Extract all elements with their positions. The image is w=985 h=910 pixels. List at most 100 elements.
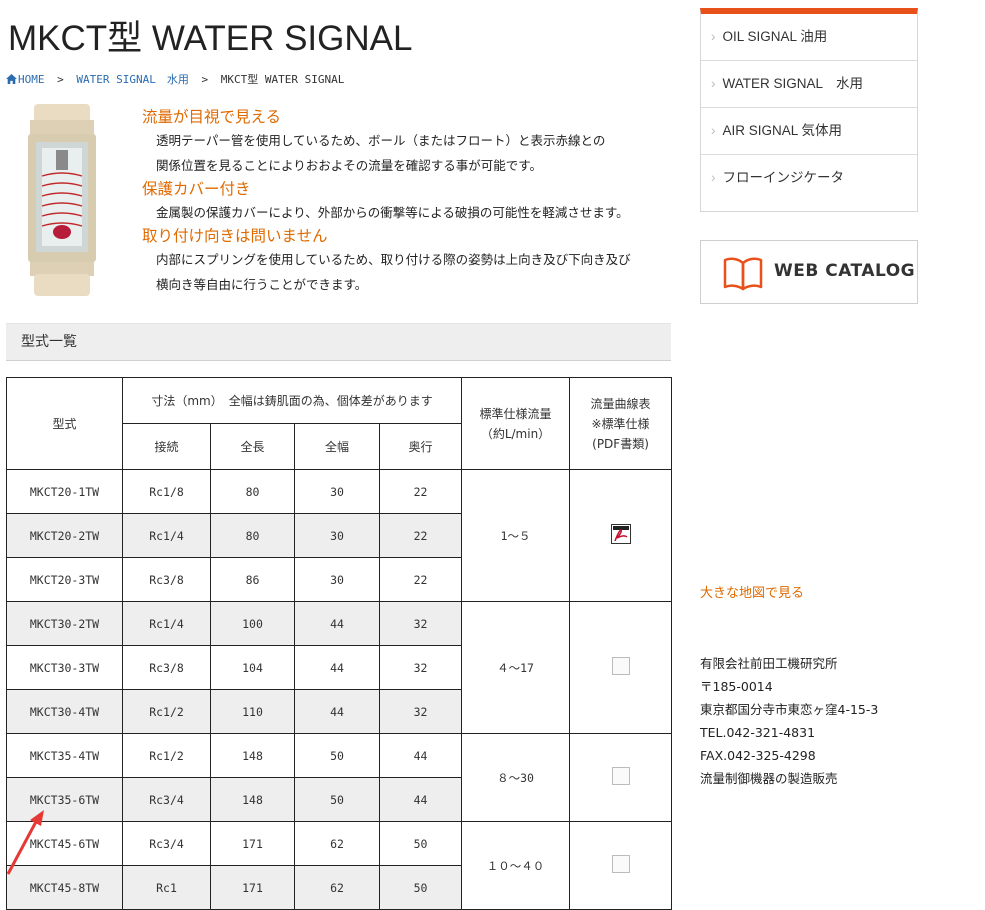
cell-connection: Rc3/4 xyxy=(122,821,211,866)
cell-length: 110 xyxy=(210,689,295,734)
cell-depth: 32 xyxy=(378,689,463,734)
web-catalog-button[interactable]: WEB CATALOG xyxy=(700,240,918,304)
cell-length: 104 xyxy=(210,645,295,690)
sidebar-menu: › OIL SIGNAL 油用 › WATER SIGNAL 水用 › AIR SIG… xyxy=(700,8,918,212)
header-curve-line: 流量曲線表 xyxy=(590,396,651,411)
cell-connection: Rc3/4 xyxy=(122,777,211,822)
cell-depth: 50 xyxy=(378,865,463,910)
header-curve-line: (PDF書類) xyxy=(592,436,649,451)
cell-width: 30 xyxy=(294,557,380,602)
breadcrumb-home[interactable]: HOME xyxy=(6,73,45,86)
cell-length: 171 xyxy=(210,865,295,910)
header-curve-line: ※標準仕様 xyxy=(591,416,650,431)
feature-heading: 取り付け向きは問いません xyxy=(142,227,328,245)
section-title: 型式一覧 xyxy=(6,323,671,361)
header-depth: 奥行 xyxy=(378,423,463,470)
annotation-arrow-icon xyxy=(6,810,44,875)
breadcrumb-category[interactable]: WATER SIGNAL 水用 xyxy=(76,73,188,86)
cell-width: 30 xyxy=(294,513,380,558)
cell-width: 62 xyxy=(294,821,380,866)
sidebar-item-flow-indicator[interactable]: › フローインジケータ xyxy=(701,155,917,202)
cell-width: 44 xyxy=(294,601,380,646)
company-name: 有限会社前田工機研究所 xyxy=(700,656,838,671)
header-length: 全長 xyxy=(210,423,295,470)
chevron-right-icon: › xyxy=(711,170,716,185)
cell-width: 44 xyxy=(294,689,380,734)
header-flow: 標準仕様流量 （約L/min） xyxy=(461,377,571,470)
cell-length: 148 xyxy=(210,777,295,822)
cell-connection: Rc3/8 xyxy=(122,557,211,602)
cell-connection: Rc1/8 xyxy=(122,469,211,514)
cell-connection: Rc1 xyxy=(122,865,211,910)
sidebar-item-water-signal[interactable]: › WATER SIGNAL 水用 xyxy=(701,61,917,108)
broken-image-icon[interactable] xyxy=(611,657,630,675)
cell-model: MKCT20-2TW xyxy=(6,513,123,558)
breadcrumb-home-label: HOME xyxy=(18,73,45,86)
cell-model: MKCT30-2TW xyxy=(6,601,123,646)
feature-text: 横向き等自由に行うことができます。 xyxy=(156,277,368,292)
broken-image-icon[interactable] xyxy=(611,855,630,873)
cell-connection: Rc1/4 xyxy=(122,601,211,646)
cell-connection: Rc1/2 xyxy=(122,689,211,734)
breadcrumb-current: MKCT型 WATER SIGNAL xyxy=(220,73,345,86)
header-model: 型式 xyxy=(6,377,123,470)
header-dimensions: 寸法（mm） 全幅は鋳肌面の為、個体差があります xyxy=(121,377,463,424)
large-map-link[interactable]: 大きな地図で見る xyxy=(700,582,804,601)
cell-model: MKCT30-3TW xyxy=(6,645,123,690)
cell-length: 86 xyxy=(210,557,295,602)
cell-depth: 44 xyxy=(378,777,463,822)
cell-depth: 32 xyxy=(378,645,463,690)
sidebar-item-label: フローインジケータ xyxy=(722,170,845,185)
company-tel: TEL.042-321-4831 xyxy=(700,725,816,740)
sidebar-item-air-signal[interactable]: › AIR SIGNAL 気体用 xyxy=(701,108,917,155)
sidebar-item-oil-signal[interactable]: › OIL SIGNAL 油用 xyxy=(701,14,917,61)
cell-model: MKCT20-3TW xyxy=(6,557,123,602)
cell-depth: 44 xyxy=(378,733,463,778)
broken-image-icon[interactable] xyxy=(611,767,630,785)
cell-width: 50 xyxy=(294,733,380,778)
feature-text: 関係位置を見ることによりおおよその流量を確認する事が可能です。 xyxy=(156,158,543,173)
cell-length: 100 xyxy=(210,601,295,646)
cell-width: 44 xyxy=(294,645,380,690)
table-row: MKCT45-6TW Rc3/4 171 62 50 １０～４０ xyxy=(6,821,673,910)
company-address: 東京都国分寺市東恋ヶ窪4-15-3 xyxy=(700,702,879,717)
sidebar-item-label: OIL SIGNAL 油用 xyxy=(722,29,828,44)
cell-model: MKCT30-4TW xyxy=(6,689,123,734)
feature-list: 流量が目視で見える 透明テーパー管を使用しているため、ボール（またはフロート）と… xyxy=(142,106,677,297)
breadcrumb-separator: > xyxy=(57,73,64,86)
feature-text: 内部にスプリングを使用しているため、取り付ける際の姿勢は上向き及び下向き及び xyxy=(156,252,631,267)
product-image xyxy=(28,104,96,296)
feature-heading: 流量が目視で見える xyxy=(142,108,282,126)
chevron-right-icon: › xyxy=(711,123,716,138)
header-flow-line: （約L/min） xyxy=(480,426,551,441)
header-flow-line: 標準仕様流量 xyxy=(479,406,552,421)
cell-flow: ８～30 xyxy=(461,733,571,822)
cell-length: 80 xyxy=(210,513,295,558)
cell-length: 171 xyxy=(210,821,295,866)
header-width: 全幅 xyxy=(294,423,380,470)
cell-connection: Rc1/4 xyxy=(122,513,211,558)
table-row: MKCT35-4TW Rc1/2 148 50 44 ８～30 xyxy=(6,733,673,822)
cell-curve xyxy=(569,733,673,822)
page-title: MKCT型 WATER SIGNAL xyxy=(8,19,413,58)
company-fax: FAX.042-325-4298 xyxy=(700,748,816,763)
cell-depth: 22 xyxy=(378,513,463,558)
cell-connection: Rc1/2 xyxy=(122,733,211,778)
company-info: 有限会社前田工機研究所 〒185-0014 東京都国分寺市東恋ヶ窪4-15-3 … xyxy=(700,652,878,790)
feature-heading: 保護カバー付き xyxy=(142,180,251,198)
company-zip: 〒185-0014 xyxy=(700,679,773,694)
sidebar-item-label: AIR SIGNAL 気体用 xyxy=(722,123,843,138)
cell-curve xyxy=(569,469,673,602)
feature-text: 透明テーパー管を使用しているため、ボール（またはフロート）と表示赤線との xyxy=(156,133,606,148)
cell-connection: Rc3/8 xyxy=(122,645,211,690)
pdf-icon[interactable] xyxy=(610,524,631,544)
chevron-right-icon: › xyxy=(711,29,716,44)
cell-width: 30 xyxy=(294,469,380,514)
table-row: MKCT20-1TW Rc1/8 80 30 22 1～５ xyxy=(6,469,673,602)
breadcrumb-separator: > xyxy=(201,73,209,86)
cell-model: MKCT20-1TW xyxy=(6,469,123,514)
cell-depth: 32 xyxy=(378,601,463,646)
company-business: 流量制御機器の製造販売 xyxy=(700,771,838,786)
cell-width: 62 xyxy=(294,865,380,910)
cell-flow: 1～５ xyxy=(461,469,571,602)
